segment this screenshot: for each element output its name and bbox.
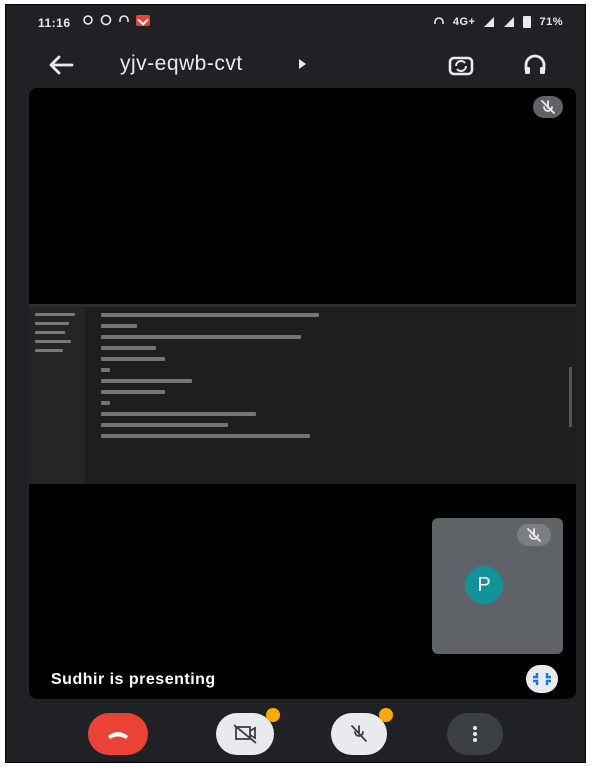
more-options-button[interactable] — [447, 713, 503, 755]
mic-off-icon — [517, 524, 551, 546]
headphones-icon[interactable] — [520, 51, 550, 79]
status-right: 4G+ 71% — [433, 16, 563, 28]
mic-off-icon — [351, 725, 367, 742]
sync-icon — [83, 15, 93, 25]
mic-warning-badge — [379, 708, 393, 722]
back-arrow-icon[interactable] — [46, 51, 76, 79]
camera-off-icon — [233, 724, 257, 744]
switch-camera-icon[interactable] — [446, 51, 476, 79]
end-call-button[interactable] — [88, 713, 148, 755]
shared-screen-scrollbar — [569, 367, 572, 427]
meeting-code[interactable]: yjv-eqwb-cvt — [120, 52, 243, 76]
phone-frame: 11:16 4G+ 71% yjv-eqwb-cvt P Sudhir is p… — [5, 4, 586, 763]
shared-screen — [29, 304, 576, 484]
fit-screen-icon[interactable] — [526, 665, 558, 693]
whatsapp-icon — [100, 14, 112, 26]
shared-screen-content — [101, 313, 556, 445]
battery-percent: 71% — [539, 16, 563, 28]
camera-warning-badge — [266, 708, 280, 722]
meeting-header: yjv-eqwb-cvt — [6, 41, 585, 89]
status-time: 11:16 — [38, 16, 71, 30]
presenting-label: Sudhir is presenting — [51, 671, 216, 688]
camera-toggle-button[interactable] — [216, 708, 280, 755]
self-avatar: P — [465, 566, 503, 604]
more-vertical-icon — [473, 726, 477, 742]
self-view-tile[interactable]: P — [432, 518, 563, 654]
end-call-icon — [108, 732, 128, 739]
presentation-stage[interactable]: P Sudhir is presenting — [29, 88, 576, 699]
notification-icons — [82, 14, 150, 26]
mic-off-icon — [533, 96, 563, 118]
signal-2-icon — [504, 17, 515, 27]
network-type: 4G+ — [452, 16, 476, 28]
gmail-icon — [136, 14, 150, 26]
hotspot-icon — [434, 17, 444, 24]
call-controls — [6, 705, 585, 762]
status-bar: 11:16 4G+ 71% — [6, 5, 585, 39]
mic-toggle-button[interactable] — [331, 708, 393, 755]
headset-icon — [119, 15, 129, 22]
battery-icon — [523, 16, 532, 28]
chevron-right-icon[interactable] — [299, 59, 306, 69]
shared-screen-sidebar — [29, 307, 85, 484]
signal-icon — [484, 17, 495, 27]
